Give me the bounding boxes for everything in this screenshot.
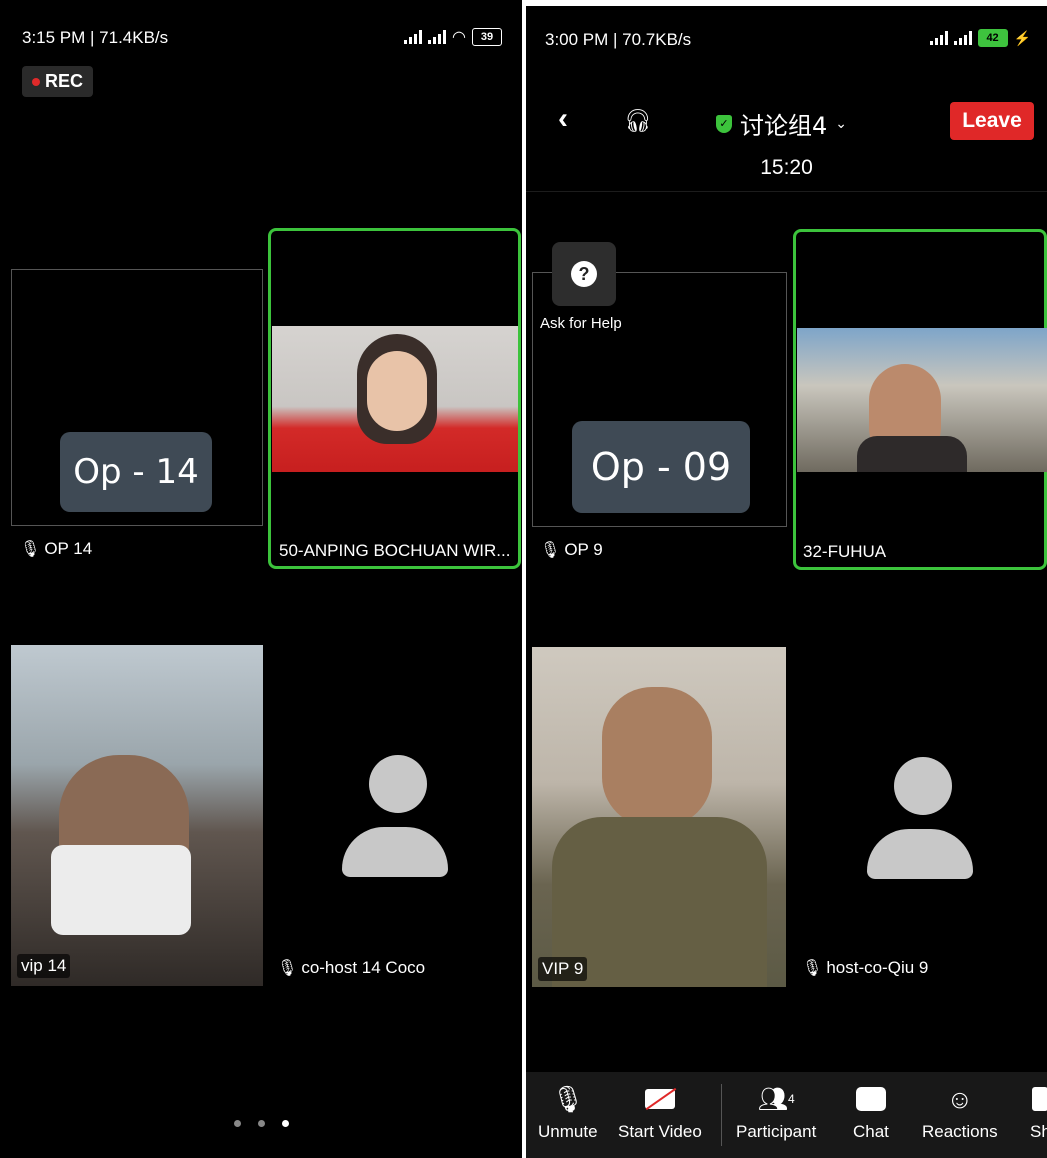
video-tile[interactable]: vip 14 xyxy=(11,645,263,986)
signal-icon xyxy=(929,31,948,45)
meeting-timer: 15:20 xyxy=(760,156,813,179)
video-tile[interactable]: Op - 09 xyxy=(532,272,787,527)
avatar-placeholder-icon xyxy=(867,757,977,887)
chevron-down-icon: ⌄ xyxy=(835,115,848,131)
right-screen: 3:00 PM | 70.7KB/s 42 ⚡ ‹ 🎧︎ ✓ 讨论组4 ⌄ 15… xyxy=(526,6,1047,1158)
status-time: 3:00 PM | 70.7KB/s xyxy=(545,30,692,49)
video-tile[interactable] xyxy=(793,647,1047,987)
question-icon: ? xyxy=(571,261,597,287)
participant-video xyxy=(272,326,518,472)
headset-icon[interactable]: 🎧︎ xyxy=(624,108,652,134)
participant-label: 32-FUHUA xyxy=(803,542,887,561)
battery-icon: 39 xyxy=(472,28,502,46)
status-bar: 3:15 PM | 71.4KB/s ◠ 39 xyxy=(0,0,522,47)
participant-label: 🎙︎ OP 9 xyxy=(540,540,603,559)
meeting-toolbar: 🎙︎ Unmute Start Video 👥︎ 4 Participant Ch… xyxy=(526,1072,1047,1158)
start-video-button[interactable]: Start Video xyxy=(618,1082,702,1142)
unmute-button[interactable]: 🎙︎ Unmute xyxy=(538,1082,598,1142)
charging-icon: ⚡ xyxy=(1013,29,1031,46)
reactions-smiley-icon: ☺ xyxy=(946,1083,974,1114)
status-bar: 3:00 PM | 70.7KB/s 42 ⚡ xyxy=(526,6,1047,50)
participants-icon: 👥︎ 4 xyxy=(757,1085,795,1113)
participant-label: 50-ANPING BOCHUAN WIR... xyxy=(279,541,511,560)
participant-label: VIP 9 xyxy=(538,957,588,981)
video-tile[interactable]: VIP 9 xyxy=(532,647,786,987)
leave-button[interactable]: Leave xyxy=(950,102,1034,140)
reactions-button[interactable]: ☺ Reactions xyxy=(922,1082,998,1142)
wifi-icon: ◠ xyxy=(452,29,466,46)
page-indicator[interactable] xyxy=(0,1120,522,1127)
mic-muted-icon: 🎙︎ xyxy=(277,960,298,977)
participant-video xyxy=(797,328,1047,472)
left-screen: 3:15 PM | 71.4KB/s ◠ 39 REC Op - 14 🎙︎ OP… xyxy=(0,0,522,1158)
participant-label: 🎙︎ co-host 14 Coco xyxy=(277,958,426,977)
mic-muted-icon: 🎙︎ xyxy=(551,1083,585,1114)
avatar-placeholder-icon xyxy=(342,755,452,885)
shield-check-icon: ✓ xyxy=(716,114,732,133)
chat-button[interactable]: Chat xyxy=(853,1082,889,1142)
status-time: 3:15 PM | 71.4KB/s xyxy=(22,28,169,47)
recording-badge[interactable]: REC xyxy=(22,66,94,97)
video-tile[interactable] xyxy=(268,645,521,986)
share-icon xyxy=(1032,1082,1047,1116)
signal-icon xyxy=(404,30,423,44)
chat-icon xyxy=(855,1082,886,1116)
back-chevron-icon[interactable]: ‹ xyxy=(558,102,568,136)
mic-muted-icon: 🎙︎ xyxy=(540,542,561,559)
participant-video xyxy=(532,647,786,987)
participant-label: vip 14 xyxy=(17,954,71,978)
meeting-title[interactable]: ✓ 讨论组4 ⌄ xyxy=(716,106,847,141)
meeting-header: ‹ 🎧︎ ✓ 讨论组4 ⌄ 15:20 Leave xyxy=(526,96,1047,192)
mic-muted-icon: 🎙︎ xyxy=(20,541,41,558)
video-tile-active[interactable]: 50-ANPING BOCHUAN WIR... xyxy=(268,228,521,569)
toolbar-divider xyxy=(721,1084,722,1146)
video-tile[interactable]: Op - 14 xyxy=(11,269,263,526)
participant-button[interactable]: 👥︎ 4 Participant xyxy=(736,1082,816,1142)
participant-label: 🎙︎ OP 14 xyxy=(20,539,93,558)
video-off-icon xyxy=(644,1082,677,1116)
mic-muted-icon: 🎙︎ xyxy=(802,960,823,977)
participant-label: 🎙︎ host-co-Qiu 9 xyxy=(802,958,929,977)
share-button[interactable]: Sh xyxy=(1030,1082,1047,1142)
battery-icon: 42 xyxy=(977,29,1008,47)
ask-for-help-label: Ask for Help xyxy=(540,315,622,332)
record-dot-icon xyxy=(32,77,40,86)
video-tile-active[interactable]: 32-FUHUA xyxy=(793,229,1047,570)
name-card: Op - 14 xyxy=(60,432,212,512)
participant-video xyxy=(11,645,263,986)
name-card: Op - 09 xyxy=(572,421,750,513)
signal-icon xyxy=(428,30,447,44)
signal-icon xyxy=(953,31,972,45)
